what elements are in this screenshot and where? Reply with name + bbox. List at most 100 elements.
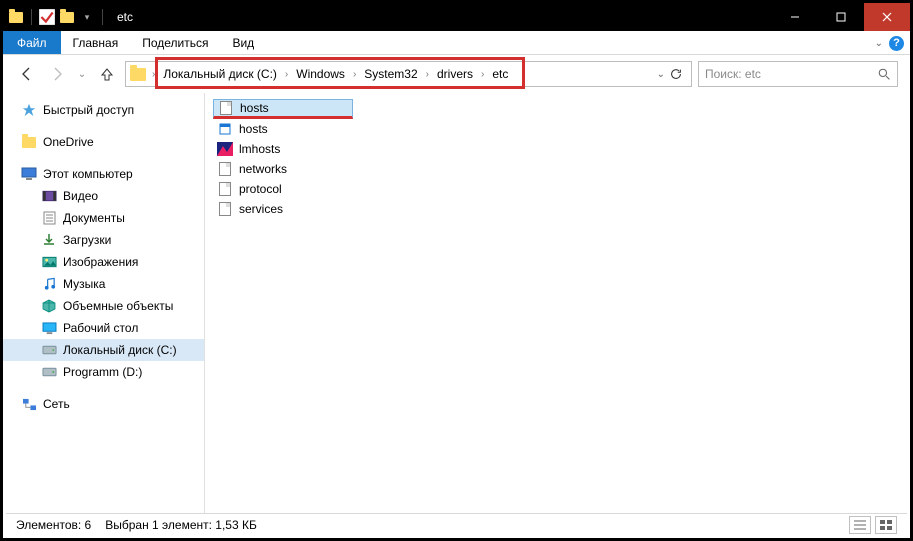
help-icon[interactable]: ? xyxy=(889,36,904,51)
file-icon xyxy=(217,181,233,197)
sidebar-item[interactable]: Музыка xyxy=(3,273,204,295)
chevron-right-icon[interactable]: › xyxy=(283,69,290,80)
maximize-button[interactable] xyxy=(818,3,864,31)
titlebar-folder2-icon[interactable] xyxy=(58,8,76,26)
view-details-button[interactable] xyxy=(849,516,871,534)
sidebar-item[interactable]: Локальный диск (C:) xyxy=(3,339,204,361)
sidebar-item-label: Быстрый доступ xyxy=(43,103,134,117)
computer-icon xyxy=(21,166,37,182)
sidebar-item[interactable]: Изображения xyxy=(3,251,204,273)
sidebar-network[interactable]: Сеть xyxy=(3,393,204,415)
close-button[interactable] xyxy=(864,3,910,31)
view-icons-button[interactable] xyxy=(875,516,897,534)
navigation-pane: Быстрый доступ OneDrive Этот компьютер В… xyxy=(3,93,205,516)
nav-forward-button[interactable] xyxy=(45,62,69,86)
sidebar-item-label: Объемные объекты xyxy=(63,299,173,313)
file-name: protocol xyxy=(239,182,282,196)
chevron-right-icon[interactable]: › xyxy=(424,69,431,80)
file-icon xyxy=(218,100,234,116)
breadcrumb[interactable]: Windows xyxy=(290,62,351,86)
file-name: hosts xyxy=(240,101,269,115)
refresh-icon[interactable] xyxy=(669,67,683,81)
file-name: hosts xyxy=(239,122,268,136)
file-item[interactable]: networks xyxy=(213,159,353,179)
sidebar-item[interactable]: Видео xyxy=(3,185,204,207)
breadcrumb[interactable]: drivers xyxy=(431,62,479,86)
sidebar-onedrive[interactable]: OneDrive xyxy=(3,131,204,153)
ribbon-file-tab[interactable]: Файл xyxy=(3,31,61,54)
image-icon xyxy=(41,254,57,270)
folder-icon xyxy=(21,134,37,150)
status-bar: Элементов: 6 Выбран 1 элемент: 1,53 КБ xyxy=(6,513,907,535)
file-icon xyxy=(217,161,233,177)
window-title: etc xyxy=(111,10,133,24)
chevron-right-icon[interactable]: › xyxy=(351,69,358,80)
nav-recent-dropdown[interactable]: ⌄ xyxy=(75,62,89,86)
file-name: networks xyxy=(239,162,287,176)
search-icon xyxy=(878,68,891,81)
titlebar-check-icon[interactable] xyxy=(38,8,56,26)
sidebar-item-label: Сеть xyxy=(43,397,70,411)
sidebar-item-label: Рабочий стол xyxy=(63,321,138,335)
status-selection: Выбран 1 элемент: 1,53 КБ xyxy=(105,518,257,532)
file-item[interactable]: protocol xyxy=(213,179,353,199)
ribbon-expand-icon[interactable]: ⌄ xyxy=(875,38,883,49)
sidebar-item-label: Документы xyxy=(63,211,125,225)
sidebar-item-label: Этот компьютер xyxy=(43,167,133,181)
nav-back-button[interactable] xyxy=(15,62,39,86)
titlebar-dropdown-icon[interactable]: ▾ xyxy=(78,8,96,26)
ribbon: Файл Главная Поделиться Вид ⌄ ? xyxy=(3,31,910,55)
doc-icon xyxy=(41,210,57,226)
address-bar[interactable]: › Локальный диск (C:) › Windows › System… xyxy=(125,61,692,87)
sidebar-item-label: Музыка xyxy=(63,277,105,291)
sidebar-item-label: Загрузки xyxy=(63,233,111,247)
address-folder-icon xyxy=(130,68,146,81)
search-placeholder: Поиск: etc xyxy=(705,67,761,81)
ribbon-tab-share[interactable]: Поделиться xyxy=(130,31,220,54)
file-name: lmhosts xyxy=(239,142,280,156)
chevron-right-icon[interactable]: › xyxy=(479,69,486,80)
file-item[interactable]: hosts xyxy=(213,119,353,139)
file-item[interactable]: lmhosts xyxy=(213,139,353,159)
network-icon xyxy=(21,396,37,412)
status-item-count: Элементов: 6 xyxy=(16,518,91,532)
file-item[interactable]: services xyxy=(213,199,353,219)
sidebar-quick-access[interactable]: Быстрый доступ xyxy=(3,99,204,121)
sidebar-item[interactable]: Объемные объекты xyxy=(3,295,204,317)
file-item[interactable]: hosts xyxy=(213,99,353,119)
titlebar-folder-icon xyxy=(7,8,25,26)
minimize-button[interactable] xyxy=(772,3,818,31)
ribbon-tab-home[interactable]: Главная xyxy=(61,31,131,54)
star-icon xyxy=(21,102,37,118)
file-icon xyxy=(217,121,233,137)
file-icon xyxy=(217,201,233,217)
sidebar-item-label: OneDrive xyxy=(43,135,94,149)
breadcrumb[interactable]: Локальный диск (C:) xyxy=(157,62,283,86)
sidebar-item[interactable]: Загрузки xyxy=(3,229,204,251)
breadcrumb[interactable]: etc xyxy=(486,62,514,86)
music-icon xyxy=(41,276,57,292)
desktop-icon xyxy=(41,320,57,336)
sidebar-item-label: Видео xyxy=(63,189,98,203)
drive-icon xyxy=(41,342,57,358)
drive-icon xyxy=(41,364,57,380)
titlebar: ▾ etc xyxy=(3,3,910,31)
navigation-row: ⌄ › Локальный диск (C:) › Windows › Syst… xyxy=(3,55,910,93)
search-input[interactable]: Поиск: etc xyxy=(698,61,898,87)
sidebar-item[interactable]: Документы xyxy=(3,207,204,229)
sidebar-item-label: Локальный диск (C:) xyxy=(63,343,177,357)
nav-up-button[interactable] xyxy=(95,62,119,86)
download-icon xyxy=(41,232,57,248)
sidebar-item[interactable]: Рабочий стол xyxy=(3,317,204,339)
ribbon-tab-view[interactable]: Вид xyxy=(220,31,266,54)
breadcrumb[interactable]: System32 xyxy=(358,62,423,86)
sidebar-item-label: Programm (D:) xyxy=(63,365,142,379)
video-icon xyxy=(41,188,57,204)
3d-icon xyxy=(41,298,57,314)
sidebar-this-pc[interactable]: Этот компьютер xyxy=(3,163,204,185)
address-dropdown-icon[interactable]: ⌄ xyxy=(657,69,665,80)
chevron-right-icon[interactable]: › xyxy=(150,69,157,80)
sidebar-item-label: Изображения xyxy=(63,255,138,269)
sidebar-item[interactable]: Programm (D:) xyxy=(3,361,204,383)
file-icon xyxy=(217,141,233,157)
